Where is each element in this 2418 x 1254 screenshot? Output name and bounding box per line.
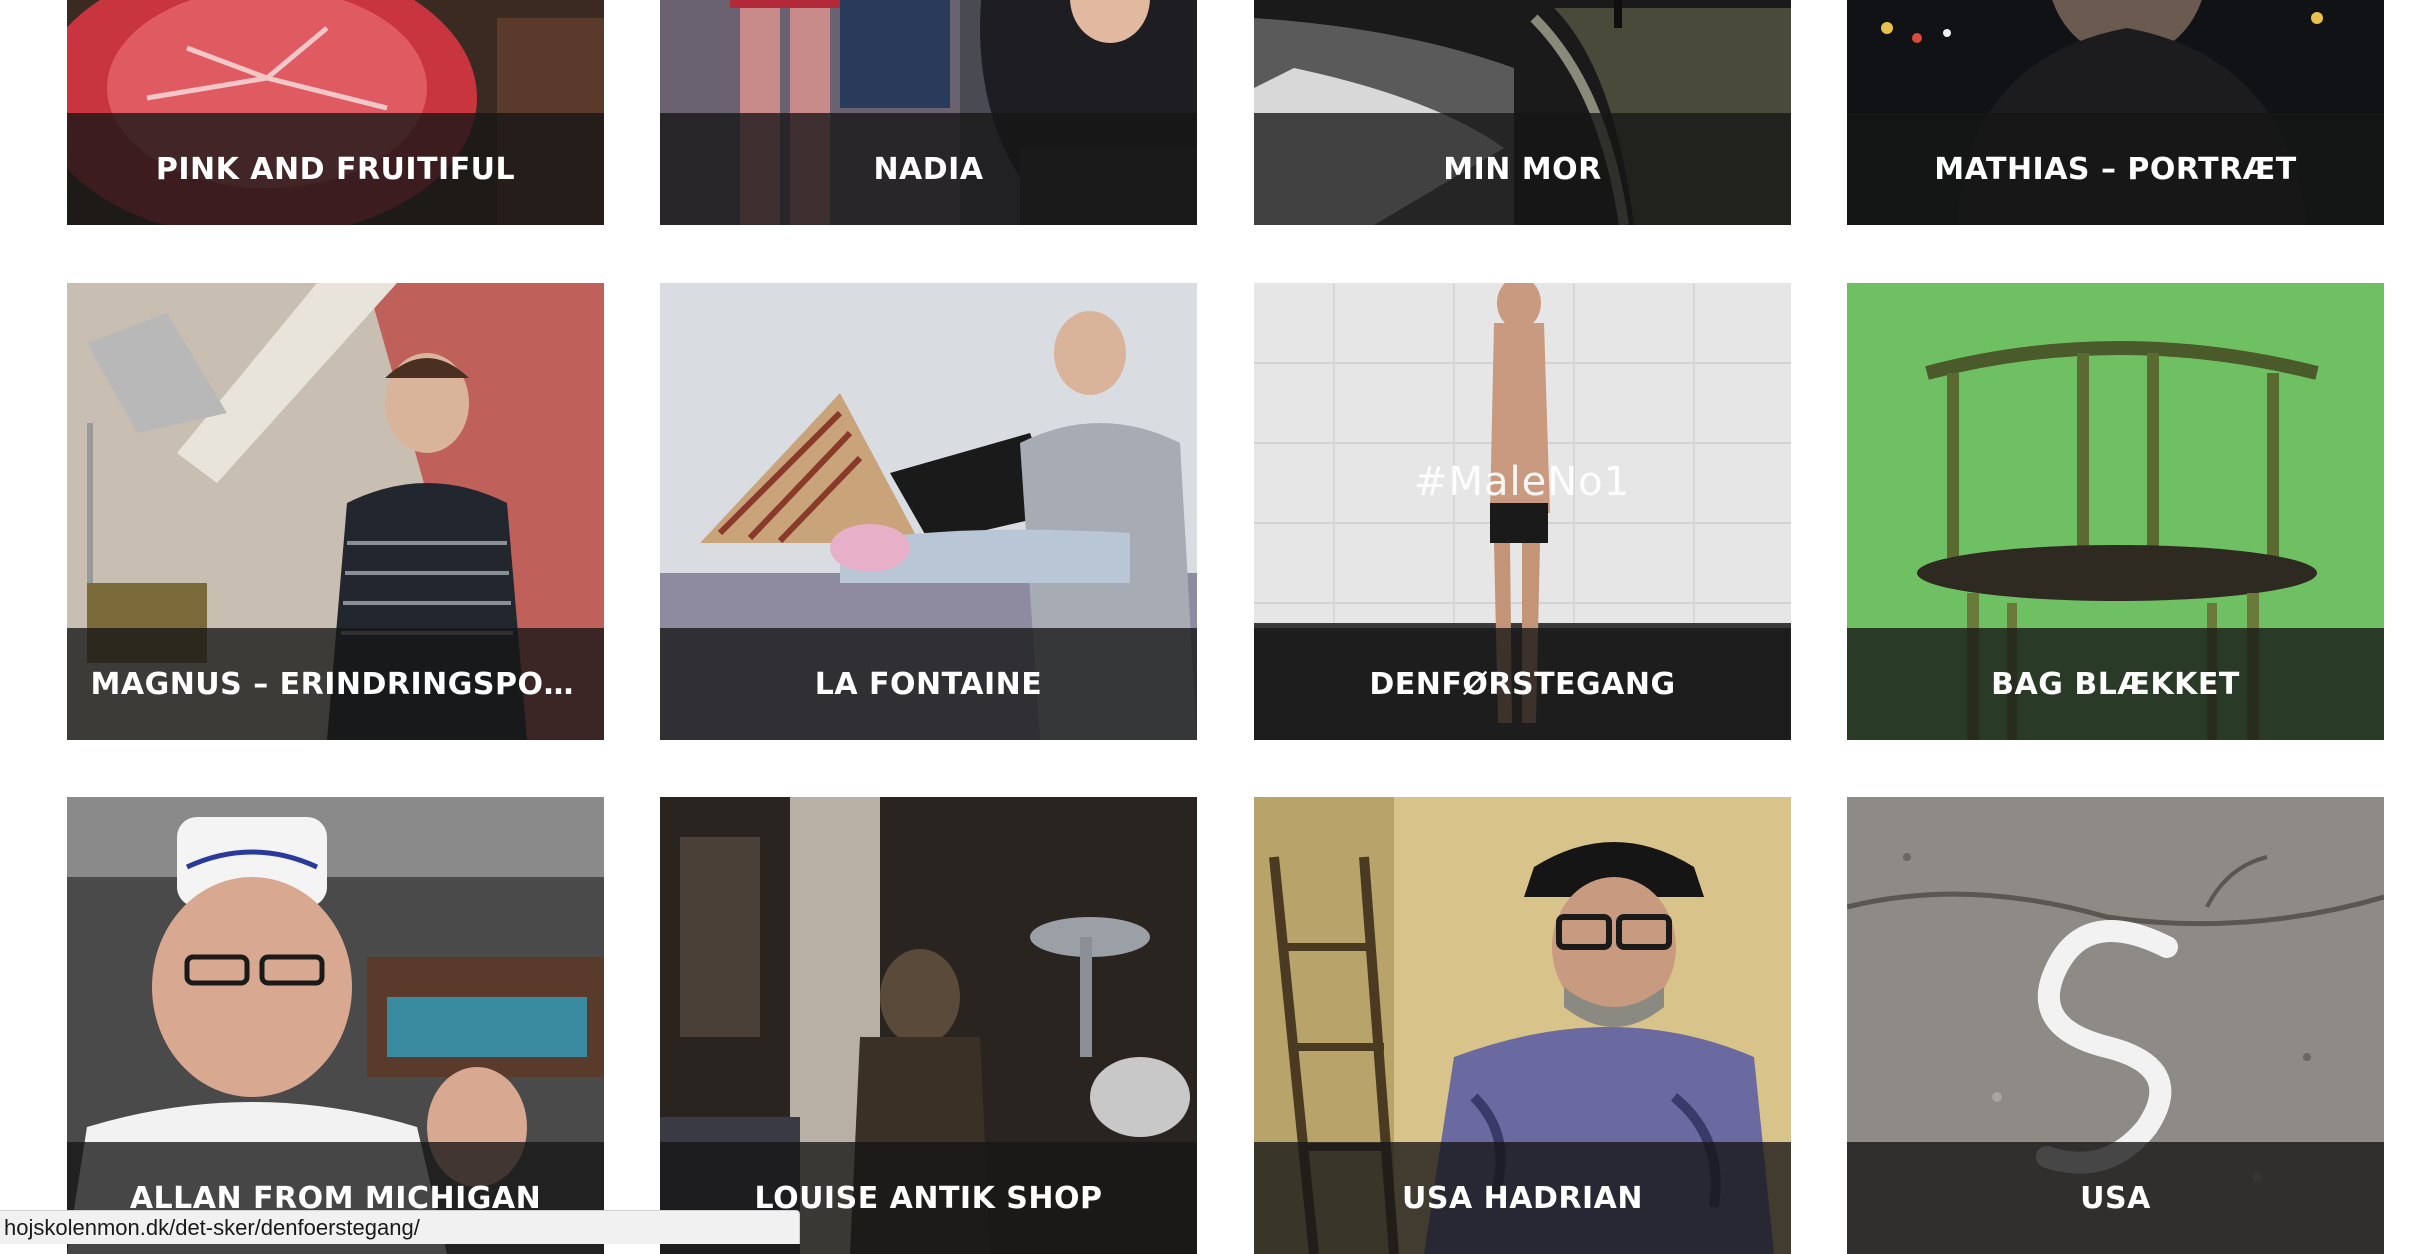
caption-band: MATHIAS – PORTRÆT xyxy=(1847,113,2384,225)
video-title: MAGNUS – ERINDRINGSPORT... xyxy=(90,666,581,702)
caption-band: USA HADRIAN xyxy=(1254,1142,1791,1254)
video-tile-usa[interactable]: USA xyxy=(1847,797,2384,1254)
caption-band: USA xyxy=(1847,1142,2384,1254)
video-title: USA HADRIAN xyxy=(1402,1180,1643,1216)
caption-band: LA FONTAINE xyxy=(660,628,1197,740)
video-title: LOUISE ANTIK SHOP xyxy=(754,1180,1103,1216)
video-tile-usa-hadrian[interactable]: USA HADRIAN xyxy=(1254,797,1791,1254)
caption-band: BAG BLÆKKET xyxy=(1847,628,2384,740)
video-title: MATHIAS – PORTRÆT xyxy=(1934,151,2297,187)
video-tile-pink-and-fruitiful[interactable]: PINK AND FRUITIFUL xyxy=(67,0,604,225)
video-tile-allan-from-michigan[interactable]: ALLAN FROM MICHIGAN xyxy=(67,797,604,1254)
video-title: BAG BLÆKKET xyxy=(1991,666,2240,702)
video-tile-bag-blaekket[interactable]: BAG BLÆKKET xyxy=(1847,283,2384,740)
video-tile-min-mor[interactable]: MIN MOR xyxy=(1254,0,1791,225)
video-overlay-hashtag: #MaleNo1 xyxy=(1414,459,1631,505)
video-tile-mathias-portraet[interactable]: MATHIAS – PORTRÆT xyxy=(1847,0,2384,225)
video-tile-louise-antik-shop[interactable]: LOUISE ANTIK SHOP xyxy=(660,797,1197,1254)
caption-band: MAGNUS – ERINDRINGSPORT... xyxy=(67,628,604,740)
browser-status-bar: hojskolenmon.dk/det-sker/denfoerstegang/ xyxy=(0,1210,800,1244)
caption-band: NADIA xyxy=(660,113,1197,225)
status-url: hojskolenmon.dk/det-sker/denfoerstegang/ xyxy=(4,1214,420,1240)
caption-band: DENFØRSTEGANG xyxy=(1254,628,1791,740)
video-grid: PINK AND FRUITIFUL NADIA MIN MOR MATHIAS… xyxy=(0,0,2418,1254)
video-title: MIN MOR xyxy=(1443,151,1602,187)
caption-band: MIN MOR xyxy=(1254,113,1791,225)
video-title: PINK AND FRUITIFUL xyxy=(155,151,516,187)
video-tile-denforstegang[interactable]: #MaleNo1 DENFØRSTEGANG xyxy=(1254,283,1791,740)
video-title: LA FONTAINE xyxy=(814,666,1043,702)
video-title: USA xyxy=(2080,1180,2151,1216)
caption-band: PINK AND FRUITIFUL xyxy=(67,113,604,225)
video-tile-magnus[interactable]: MAGNUS – ERINDRINGSPORT... xyxy=(67,283,604,740)
video-tile-nadia[interactable]: NADIA xyxy=(660,0,1197,225)
video-title: NADIA xyxy=(873,151,984,187)
video-tile-la-fontaine[interactable]: LA FONTAINE xyxy=(660,283,1197,740)
video-title: DENFØRSTEGANG xyxy=(1369,666,1676,702)
